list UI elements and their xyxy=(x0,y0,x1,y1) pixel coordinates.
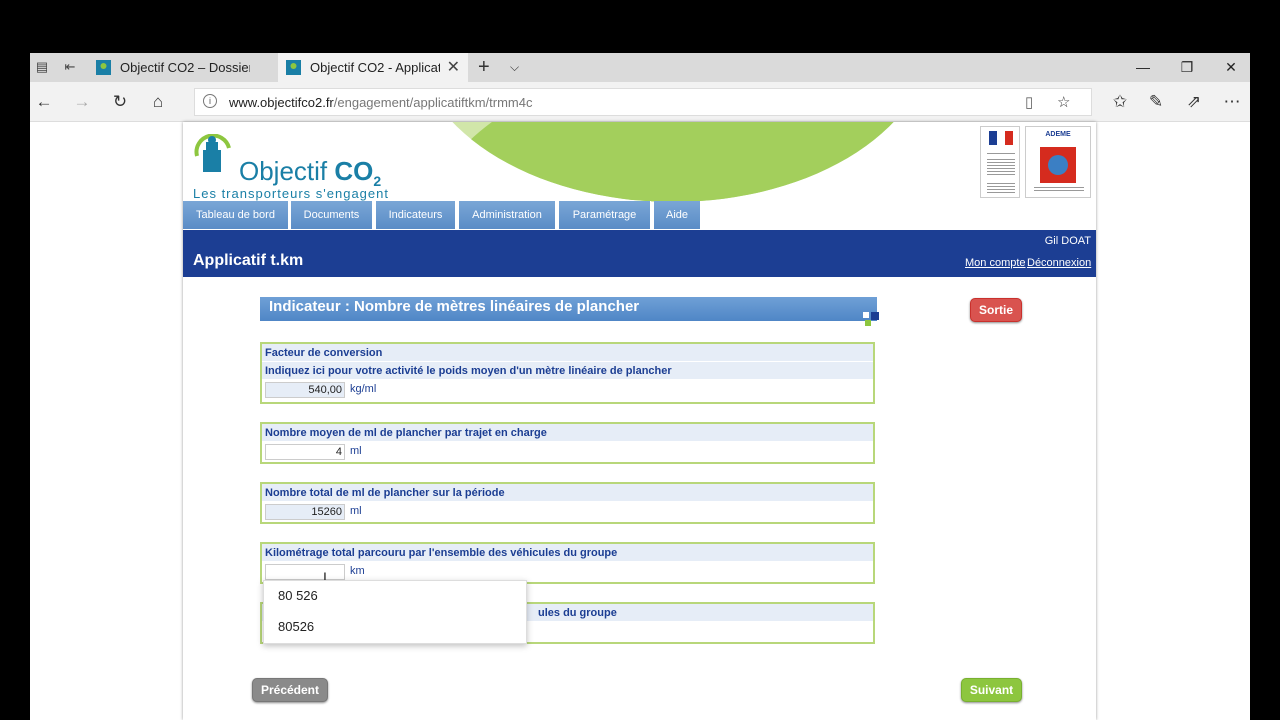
avg-ml-per-trip-section: Nombre moyen de ml de plancher par traje… xyxy=(260,422,875,464)
browser-window: ▤ ⇤ Objectif CO2 – Dossier Objectif CO2 … xyxy=(30,53,1250,720)
back-icon[interactable]: ← xyxy=(32,90,56,114)
menu-parametrage[interactable]: Paramétrage xyxy=(559,201,651,229)
field-label: Nombre total de ml de plancher sur la pé… xyxy=(262,484,873,502)
refresh-icon[interactable]: ↻ xyxy=(108,90,132,114)
new-tab-button[interactable]: + xyxy=(478,53,490,81)
previous-button[interactable]: Précédent xyxy=(252,678,328,702)
unit-label: ml xyxy=(350,505,362,517)
objectif-co2-favicon-icon xyxy=(96,60,111,75)
objectif-co2-favicon-icon xyxy=(286,60,301,75)
close-tab-icon[interactable]: ✕ xyxy=(447,53,460,82)
site-info-icon[interactable]: i xyxy=(203,94,217,108)
truck-logo-icon xyxy=(194,134,231,172)
tab-list-chevron-icon[interactable]: ⌵ xyxy=(510,53,519,82)
screen: ▤ ⇤ Objectif CO2 – Dossier Objectif CO2 … xyxy=(0,0,1280,720)
navigation-bar: ← → ↻ ⌂ i www.objectifco2.fr/engagement/… xyxy=(30,82,1250,122)
tab-applicatif[interactable]: Objectif CO2 - Applicati ✕ xyxy=(278,53,468,82)
exit-button[interactable]: Sortie xyxy=(970,298,1022,322)
logo-tagline: Les transporteurs s'engagent xyxy=(193,186,389,201)
field-label: Indiquez ici pour votre activité le poid… xyxy=(262,362,873,380)
avg-ml-per-trip-input[interactable]: 4 xyxy=(265,444,345,460)
show-tabs-icon[interactable]: ⇤ xyxy=(62,59,78,75)
tab-dossier[interactable]: Objectif CO2 – Dossier xyxy=(88,53,278,82)
site-header: Objectif CO2 Les transporteurs s'engagen… xyxy=(183,122,1096,230)
indicator-title: Indicateur : Nombre de mètres linéaires … xyxy=(260,297,877,321)
menu-aide[interactable]: Aide xyxy=(654,201,701,229)
reading-view-icon[interactable]: ▯ xyxy=(1025,93,1033,111)
close-window-button[interactable]: ✕ xyxy=(1208,53,1250,82)
field-label: Nombre moyen de ml de plancher par traje… xyxy=(262,424,873,442)
next-button[interactable]: Suivant xyxy=(961,678,1022,702)
address-bar[interactable]: i www.objectifco2.fr/engagement/applicat… xyxy=(194,88,1092,116)
field-label: Kilométrage total parcouru par l'ensembl… xyxy=(262,544,873,562)
total-km-input[interactable] xyxy=(265,564,345,580)
maximize-button[interactable]: ❐ xyxy=(1164,53,1210,82)
page-title: Applicatif t.km xyxy=(193,252,304,269)
menu-tableau-de-bord[interactable]: Tableau de bord xyxy=(183,201,289,229)
weight-per-meter-input[interactable]: 540,00 xyxy=(265,382,345,398)
favorites-hub-icon[interactable]: ✩ xyxy=(1108,90,1132,114)
home-icon[interactable]: ⌂ xyxy=(146,90,170,114)
total-km-section: Kilométrage total parcouru par l'ensembl… xyxy=(260,542,875,584)
total-ml-section: Nombre total de ml de plancher sur la pé… xyxy=(260,482,875,524)
menu-administration[interactable]: Administration xyxy=(459,201,556,229)
share-icon[interactable]: ⇗ xyxy=(1182,90,1206,114)
section-header: Facteur de conversion xyxy=(262,344,873,362)
logout-link[interactable]: Déconnexion xyxy=(1027,257,1091,269)
ministry-logo xyxy=(980,126,1020,198)
set-aside-tabs-icon[interactable]: ▤ xyxy=(34,59,50,75)
decorative-squares-icon xyxy=(863,312,879,326)
total-ml-input[interactable]: 15260 xyxy=(265,504,345,520)
minimize-button[interactable]: — xyxy=(1120,53,1166,82)
ademe-logo: ADEME xyxy=(1025,126,1091,198)
user-name: Gil DOAT xyxy=(1044,235,1091,247)
more-menu-icon[interactable]: ⋯ xyxy=(1220,90,1244,114)
web-page: Objectif CO2 Les transporteurs s'engagen… xyxy=(183,122,1096,720)
autocomplete-option[interactable]: 80 526 xyxy=(264,581,526,611)
french-flag-icon xyxy=(989,131,1013,145)
autocomplete-option[interactable]: 80526 xyxy=(264,612,526,642)
logo-text: Objectif CO2 xyxy=(239,156,382,190)
favorite-star-icon[interactable]: ☆ xyxy=(1057,93,1070,111)
tab-label: Objectif CO2 – Dossier xyxy=(120,60,250,75)
url-text[interactable]: www.objectifco2.fr/engagement/applicatif… xyxy=(229,95,532,110)
forward-icon[interactable]: → xyxy=(70,90,94,114)
objectif-co2-logo[interactable]: Objectif CO2 Les transporteurs s'engagen… xyxy=(191,130,401,202)
unit-label: kg/ml xyxy=(350,383,377,395)
account-link[interactable]: Mon compte xyxy=(965,257,1026,269)
ademe-emblem-icon xyxy=(1040,147,1076,183)
autocomplete-dropdown: 80 526 80526 xyxy=(263,580,527,644)
tab-bar: ▤ ⇤ Objectif CO2 – Dossier Objectif CO2 … xyxy=(30,53,1250,82)
conversion-factor-section: Facteur de conversion Indiquez ici pour … xyxy=(260,342,875,404)
unit-label: ml xyxy=(350,445,362,457)
menu-documents[interactable]: Documents xyxy=(291,201,373,229)
web-note-icon[interactable]: ✎ xyxy=(1144,90,1168,114)
menu-indicateurs[interactable]: Indicateurs xyxy=(376,201,456,229)
tab-label: Objectif CO2 - Applicati xyxy=(310,60,440,75)
title-band: Applicatif t.km Gil DOAT Mon compte Déco… xyxy=(183,230,1096,277)
unit-label: km xyxy=(350,565,365,577)
globe-banner-graphic xyxy=(413,122,933,202)
